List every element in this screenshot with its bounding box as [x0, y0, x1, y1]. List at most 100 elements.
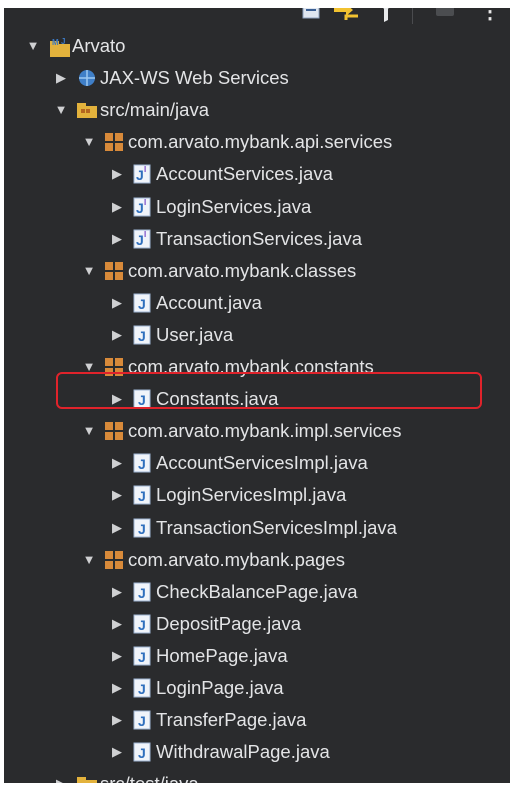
tree-item[interactable]: ▶ J User.java — [0, 319, 510, 351]
expand-arrow-right-icon[interactable]: ▶ — [109, 704, 125, 736]
expand-arrow-right-icon[interactable]: ▶ — [109, 608, 125, 640]
expand-arrow-right-icon[interactable]: ▶ — [109, 672, 125, 704]
tree-item[interactable]: ▶ J I LoginServices.java — [0, 191, 510, 223]
tree-item[interactable]: ▶ J DepositPage.java — [0, 608, 510, 640]
tree-item[interactable]: ▶ J LoginPage.java — [0, 672, 510, 704]
tree-item[interactable]: ▶ J CheckBalancePage.java — [0, 576, 510, 608]
tree-item-label: CheckBalancePage.java — [156, 580, 358, 602]
svg-text:J: J — [136, 232, 144, 248]
tree-item-label: JAX-WS Web Services — [100, 67, 289, 89]
java-file-icon: J — [132, 518, 152, 538]
svg-text:J: J — [138, 296, 146, 312]
tree-item[interactable]: ▶ JAX-WS Web Services — [0, 62, 510, 94]
web-services-icon — [76, 68, 96, 88]
tree-item[interactable]: ▼ com.arvato.mybank.pages — [0, 544, 510, 576]
svg-text:I: I — [144, 198, 146, 207]
expand-arrow-right-icon[interactable]: ▶ — [109, 512, 125, 544]
package-icon — [104, 421, 124, 441]
java-file-icon: J — [132, 485, 152, 505]
tree-item-label: WithdrawalPage.java — [156, 741, 330, 763]
expand-arrow-right-icon[interactable]: ▶ — [109, 191, 125, 223]
expand-arrow-right-icon[interactable]: ▶ — [109, 158, 125, 190]
tree-item-label: Arvato — [72, 35, 126, 56]
svg-text:J: J — [138, 745, 146, 761]
tree-item[interactable]: ▶ J AccountServicesImpl.java — [0, 447, 510, 479]
package-icon — [104, 132, 124, 152]
expand-arrow-right-icon[interactable]: ▶ — [53, 62, 69, 94]
tree-item-label: com.arvato.mybank.impl.services — [128, 420, 402, 442]
svg-text:J: J — [138, 488, 146, 504]
expand-arrow-right-icon[interactable]: ▶ — [109, 736, 125, 768]
svg-text:J: J — [138, 456, 146, 472]
interface-file-icon: JI — [132, 229, 152, 249]
tree-item-label: TransferPage.java — [156, 709, 307, 731]
tree-item[interactable]: ▶ J Account.java — [0, 287, 510, 319]
svg-text:J: J — [136, 200, 144, 216]
expand-arrow-right-icon[interactable]: ▶ — [109, 287, 125, 319]
tree-item-label: com.arvato.mybank.pages — [128, 548, 345, 570]
expand-arrow-right-icon[interactable]: ▶ — [109, 576, 125, 608]
svg-text:J: J — [138, 585, 146, 601]
java-file-icon: J — [132, 325, 152, 345]
expand-arrow-right-icon[interactable]: ▶ — [109, 223, 125, 255]
selection-highlight — [56, 372, 482, 409]
tree-item[interactable]: ▶ J HomePage.java — [0, 640, 510, 672]
tree-item-label: TransactionServices.java — [156, 227, 362, 249]
svg-text:I: I — [144, 165, 146, 174]
tree-item[interactable]: ▶ J LoginServicesImpl.java — [0, 479, 510, 511]
frame-edge-bottom — [0, 783, 519, 791]
frame-edge-top — [0, 0, 519, 8]
expand-arrow-right-icon[interactable]: ▶ — [109, 479, 125, 511]
interface-file-icon: JI — [132, 164, 152, 184]
java-file-icon: J — [132, 646, 152, 666]
maven-project-icon: MJ — [48, 36, 70, 57]
tree-item[interactable]: ▼ com.arvato.mybank.impl.services — [0, 415, 510, 447]
svg-text:J: J — [138, 713, 146, 729]
tree-item-label: LoginPage.java — [156, 677, 284, 698]
tree-item[interactable]: ▶ J I TransactionServices.java — [0, 223, 510, 255]
java-file-icon: J — [132, 582, 152, 602]
package-explorer-panel: ⋮ ▼ M J Arvato ▶ JAX-WS Web Services ▼ src/main… — [0, 0, 519, 791]
java-file-icon: J — [132, 293, 152, 313]
expand-arrow-right-icon[interactable]: ▶ — [109, 319, 125, 351]
svg-text:I: I — [144, 230, 146, 239]
java-file-icon: J — [132, 614, 152, 634]
expand-arrow-right-icon[interactable]: ▶ — [109, 640, 125, 672]
tree-item[interactable]: ▼ M J Arvato — [0, 30, 510, 62]
svg-text:J: J — [138, 681, 146, 697]
svg-text:J: J — [61, 37, 65, 46]
tree-item-label: LoginServices.java — [156, 195, 312, 217]
tree-item[interactable]: ▼ com.arvato.mybank.api.services — [0, 126, 510, 158]
java-file-icon: J — [132, 453, 152, 473]
tree-item[interactable]: ▶ J TransactionServicesImpl.java — [0, 512, 510, 544]
java-file-icon: J — [132, 742, 152, 762]
tree-item[interactable]: ▶ J TransferPage.java — [0, 704, 510, 736]
tree-item-label: AccountServices.java — [156, 163, 333, 185]
svg-text:J: J — [138, 328, 146, 344]
tree-item-label: com.arvato.mybank.api.services — [128, 131, 393, 153]
frame-edge-right — [510, 0, 519, 791]
view-menu-icon[interactable]: ⋮ — [480, 2, 500, 26]
tree-item[interactable]: ▼ src/main/java — [0, 94, 510, 126]
java-file-icon: J — [132, 710, 152, 730]
expand-arrow-down-icon[interactable]: ▼ — [81, 415, 97, 447]
expand-arrow-down-icon[interactable]: ▼ — [81, 544, 97, 576]
tree-item-label: TransactionServicesImpl.java — [156, 516, 397, 538]
expand-arrow-right-icon[interactable]: ▶ — [109, 447, 125, 479]
expand-arrow-down-icon[interactable]: ▼ — [25, 30, 41, 62]
tree-item-label: src/main/java — [100, 99, 209, 121]
tree-item-label: User.java — [156, 323, 234, 345]
tree-item-label: HomePage.java — [156, 644, 288, 666]
svg-text:J: J — [138, 617, 146, 633]
expand-arrow-down-icon[interactable]: ▼ — [81, 255, 97, 287]
svg-text:J: J — [138, 521, 146, 537]
svg-text:J: J — [138, 649, 146, 665]
expand-arrow-down-icon[interactable]: ▼ — [81, 126, 97, 158]
expand-arrow-down-icon[interactable]: ▼ — [53, 94, 69, 126]
tree-item[interactable]: ▶ J I AccountServices.java — [0, 158, 510, 190]
package-icon — [104, 261, 124, 281]
tree-item[interactable]: ▼ com.arvato.mybank.classes — [0, 255, 510, 287]
tree-item[interactable]: ▶ J WithdrawalPage.java — [0, 736, 510, 768]
toolbar-separator — [412, 6, 413, 24]
source-folder-icon — [76, 100, 97, 120]
